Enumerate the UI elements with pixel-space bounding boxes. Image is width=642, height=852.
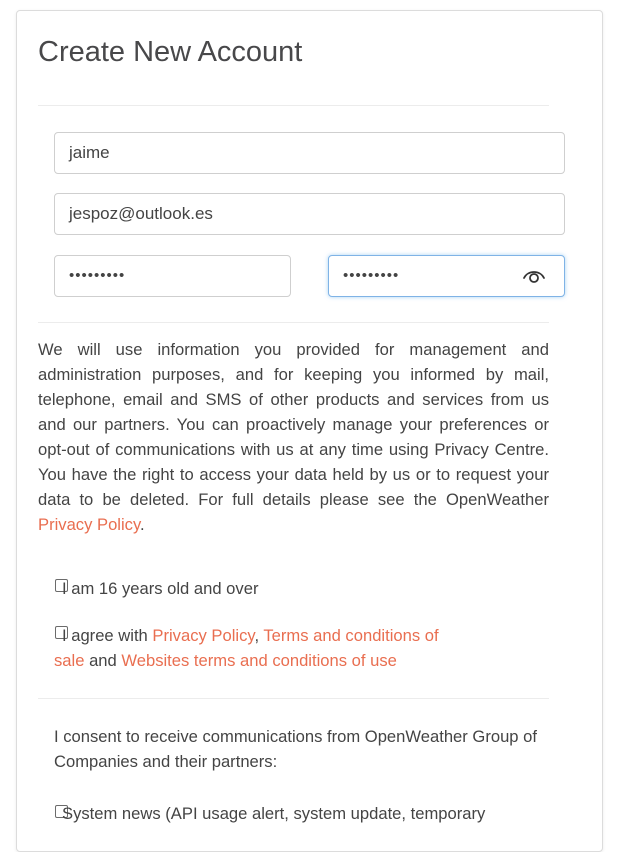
email-field[interactable]: jespoz@outlook.es <box>54 193 565 235</box>
system-news-label: System news (API usage alert, system upd… <box>62 804 486 823</box>
email-value: jespoz@outlook.es <box>69 204 213 223</box>
divider <box>38 698 549 699</box>
privacy-end: . <box>140 515 145 534</box>
agree-privacy-link[interactable]: Privacy Policy <box>152 626 254 645</box>
agree-prefix: I agree with <box>62 626 153 645</box>
password-repeat-value: ••••••••• <box>343 267 400 284</box>
privacy-policy-link[interactable]: Privacy Policy <box>38 515 140 534</box>
privacy-notice: We will use information you provided for… <box>38 337 549 537</box>
page-title: Create New Account <box>38 36 303 68</box>
agree-label: I agree with Privacy Policy, Terms and c… <box>62 623 439 648</box>
consent-text: I consent to receive communications from… <box>54 727 537 771</box>
age-label: I am 16 years old and over <box>62 579 259 598</box>
username-field[interactable]: jaime <box>54 132 565 174</box>
website-terms-link[interactable]: Websites terms and conditions of use <box>121 651 396 670</box>
password-field[interactable]: ••••••••• <box>54 255 291 297</box>
eye-icon[interactable] <box>522 266 546 286</box>
agree-and: and <box>84 651 122 670</box>
terms-of-sale-link-cont[interactable]: sale <box>54 651 84 670</box>
divider <box>38 322 549 323</box>
divider <box>38 105 549 106</box>
privacy-text: We will use information you provided for… <box>38 340 549 509</box>
password-repeat-field[interactable]: ••••••••• <box>328 255 565 297</box>
password-value: ••••••••• <box>69 267 126 284</box>
agree-label-line2: sale and Websites terms and conditions o… <box>54 648 397 673</box>
terms-of-sale-link[interactable]: Terms and conditions of <box>263 626 438 645</box>
username-value: jaime <box>69 143 110 162</box>
